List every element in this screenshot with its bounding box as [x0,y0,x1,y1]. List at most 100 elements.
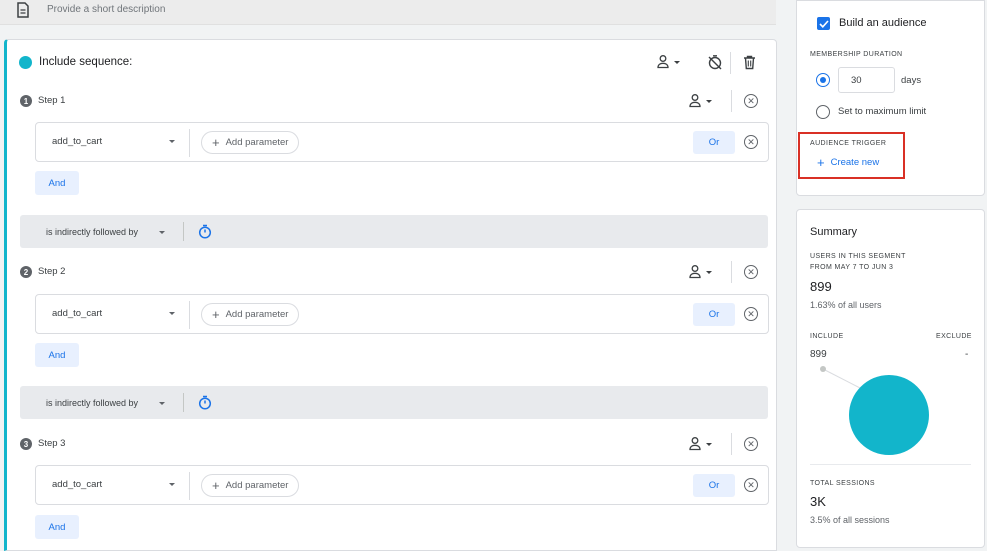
follow-type-select[interactable]: is indirectly followed by [46,398,138,408]
audience-trigger-heading: AUDIENCE TRIGGER [810,140,887,147]
header-divider [730,52,731,74]
event-select[interactable]: add_to_cart [52,308,102,319]
summary-title: Summary [810,226,858,238]
time-constraint-button[interactable] [198,395,212,415]
sessions-count: 3K [810,494,826,509]
membership-days-input[interactable]: 30 [838,67,895,93]
remove-step-button[interactable]: ✕ [744,94,758,108]
include-pie-chart [820,366,929,455]
remove-step-button[interactable]: ✕ [744,265,758,279]
step-label: Step 1 [38,95,66,106]
document-icon [16,2,30,18]
remove-condition-button[interactable]: ✕ [744,478,758,492]
connector-divider [183,222,184,241]
step-divider [731,261,732,283]
close-icon: ✕ [747,438,755,449]
and-button[interactable]: And [35,515,79,539]
chevron-down-icon[interactable] [169,483,175,486]
pie-leader-line [822,368,863,390]
duration-days-radio[interactable] [816,73,830,87]
description-bar[interactable]: Provide a short description [0,0,776,25]
audience-settings-card: Build an audience MEMBERSHIP DURATION 30… [796,0,985,196]
add-parameter-label: Add parameter [225,137,289,148]
delete-sequence-button[interactable] [743,55,756,70]
sessions-percentage: 3.5% of all sessions [810,515,890,525]
plus-icon: + [212,478,220,493]
chevron-down-icon[interactable] [169,312,175,315]
build-audience-label: Build an audience [839,17,927,29]
remove-condition-button[interactable]: ✕ [744,307,758,321]
condition-row: add_to_cart + Add parameter Or ✕ [35,294,769,334]
date-range-heading: FROM MAY 7 TO JUN 3 [810,264,894,271]
add-parameter-label: Add parameter [225,480,289,491]
max-limit-radio[interactable] [816,105,830,119]
follow-type-select[interactable]: is indirectly followed by [46,227,138,237]
sequence-connector: is indirectly followed by [20,215,768,248]
description-input[interactable]: Provide a short description [47,4,165,15]
scope-menu-button[interactable] [657,55,683,69]
chevron-down-icon[interactable] [159,402,165,405]
time-constraint-button[interactable] [198,224,212,244]
summary-divider [810,464,971,465]
step-label: Step 3 [38,438,66,449]
and-button[interactable]: And [35,171,79,195]
add-parameter-label: Add parameter [225,309,289,320]
include-label: INCLUDE [810,333,844,340]
condition-row: add_to_cart + Add parameter Or ✕ [35,465,769,505]
or-button[interactable]: Or [693,131,735,154]
or-button[interactable]: Or [693,303,735,326]
step-scope-button[interactable] [689,437,715,451]
add-parameter-button[interactable]: + Add parameter [201,474,300,497]
person-icon [657,55,680,69]
trash-icon [744,55,755,70]
pie-leader-dot [820,366,826,372]
users-segment-heading: USERS IN THIS SEGMENT [810,253,906,260]
checkmark-icon [818,19,829,28]
person-icon [689,94,712,108]
step-number-badge: 1 [20,95,32,107]
max-limit-label: Set to maximum limit [838,106,927,117]
timer-off-button[interactable] [707,54,723,70]
step-scope-button[interactable] [689,265,715,279]
close-icon: ✕ [747,136,755,147]
build-audience-checkbox[interactable] [817,17,830,30]
step-scope-button[interactable] [689,94,715,108]
chevron-down-icon[interactable] [159,231,165,234]
sequence-card: Include sequence: 1 Step 1 ✕ add_to_cart… [4,39,777,551]
connector-divider [183,393,184,412]
sequence-color-dot [19,56,32,69]
exclude-label: EXCLUDE [936,333,972,340]
condition-row: add_to_cart + Add parameter Or ✕ [35,122,769,162]
sequence-connector: is indirectly followed by [20,386,768,419]
membership-duration-heading: MEMBERSHIP DURATION [810,51,903,58]
close-icon: ✕ [747,95,755,106]
step-number-badge: 3 [20,438,32,450]
plus-icon: + [212,307,220,322]
add-parameter-button[interactable]: + Add parameter [201,131,300,154]
event-select[interactable]: add_to_cart [52,479,102,490]
person-icon [689,437,712,451]
sequence-title: Include sequence: [39,56,133,68]
remove-condition-button[interactable]: ✕ [744,135,758,149]
users-percentage: 1.63% of all users [810,300,882,310]
event-select[interactable]: add_to_cart [52,136,102,147]
total-sessions-heading: TOTAL SESSIONS [810,480,875,487]
close-icon: ✕ [747,308,755,319]
person-icon [689,265,712,279]
condition-divider [189,472,190,500]
pie-include-slice [849,375,929,455]
or-button[interactable]: Or [693,474,735,497]
chevron-down-icon[interactable] [169,140,175,143]
add-parameter-button[interactable]: + Add parameter [201,303,300,326]
close-icon: ✕ [747,479,755,490]
days-unit-label: days [901,75,922,86]
step-divider [731,90,732,112]
timer-icon [198,395,212,410]
remove-step-button[interactable]: ✕ [744,437,758,451]
step-divider [731,433,732,455]
timer-off-icon [708,55,722,70]
summary-card: Summary USERS IN THIS SEGMENT FROM MAY 7… [796,209,985,548]
condition-divider [189,301,190,329]
create-trigger-button[interactable]: + Create new [817,156,879,169]
and-button[interactable]: And [35,343,79,367]
